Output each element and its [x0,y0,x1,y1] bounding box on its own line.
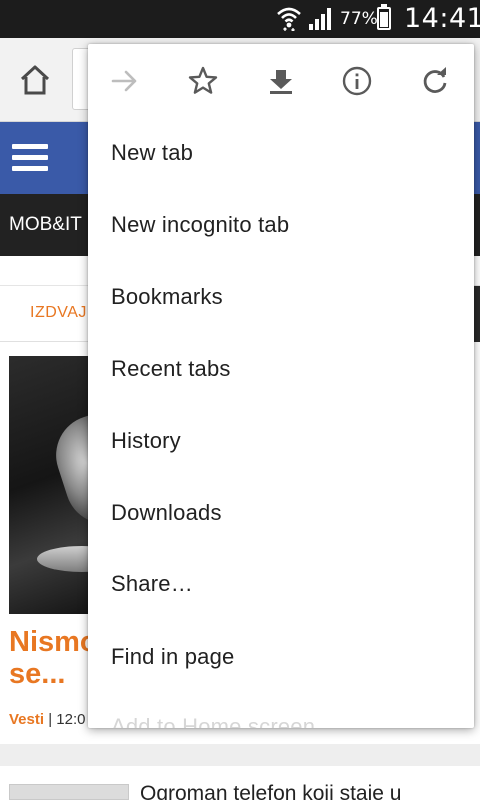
nav-item-mobit[interactable]: MOB&IT [9,214,82,236]
article-title-line2: se... [9,658,66,690]
menu-item-new-incognito-tab[interactable]: New incognito tab [111,212,289,238]
menu-item-downloads[interactable]: Downloads [111,500,222,526]
next-article-title[interactable]: Ogroman telefon koji staje u [140,782,401,800]
tab-featured[interactable]: IZDVAJ [30,304,87,322]
article-title-line1: Nismo [9,626,89,658]
menu-item-bookmarks[interactable]: Bookmarks [111,284,223,310]
battery-percent: 77% [340,9,378,29]
menu-item-recent-tabs[interactable]: Recent tabs [111,356,231,382]
menu-item-find-in-page[interactable]: Find in page [111,644,235,670]
home-icon[interactable] [18,64,52,101]
signal-icon [308,7,332,36]
article-category[interactable]: Vesti [9,711,44,728]
menu-item-new-tab[interactable]: New tab [111,140,193,166]
article-meta: Vesti | 12:0 [9,711,85,728]
clock: 14:41 [404,3,480,34]
menu-item-add-to-home-screen[interactable]: Add to Home screen [111,714,315,728]
battery-icon [377,4,391,30]
star-icon[interactable] [186,64,220,98]
wifi-icon [276,5,302,36]
next-article-thumbnail[interactable] [9,784,129,800]
menu-item-history[interactable]: History [111,428,181,454]
menu-item-share[interactable]: Share… [111,571,193,597]
section-divider [0,744,480,766]
menu-icon-row [88,44,474,118]
download-icon[interactable] [264,64,298,98]
article-title[interactable]: Nismo se... [9,626,89,690]
hamburger-menu-icon[interactable] [12,144,48,172]
overflow-menu: New tab New incognito tab Bookmarks Rece… [88,44,474,728]
article-time: | 12:0 [48,711,86,728]
forward-arrow-icon[interactable] [108,64,142,98]
info-icon[interactable] [340,64,374,98]
reload-icon[interactable] [418,64,452,98]
status-bar: 77% 14:41 [0,0,480,38]
screen: 77% 14:41 MOB&IT IZDVAJ Nismo se... Vest… [0,0,480,800]
